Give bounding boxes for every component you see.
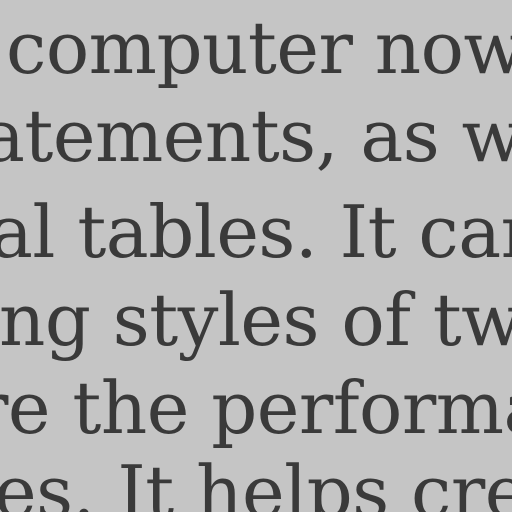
text-line-2: atements, as we <box>0 94 512 178</box>
text-line-1: computer now <box>6 6 512 90</box>
document-page: computer now atements, as we al tables. … <box>0 0 512 512</box>
text-line-4: ting styles of tw <box>0 278 512 362</box>
text-line-5: re the performa <box>0 366 512 450</box>
text-line-6: es. It helps crea <box>0 450 512 512</box>
text-line-3: al tables. It can h <box>0 190 512 274</box>
